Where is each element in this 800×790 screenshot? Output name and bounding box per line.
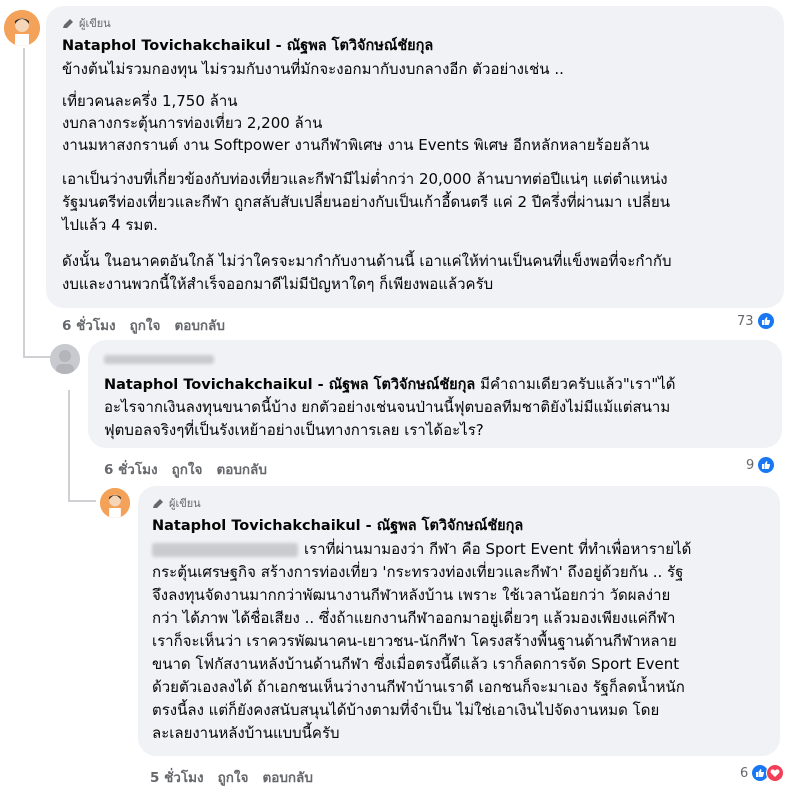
comment-text: งบและงานพวกนี้ให้สำเร็จออกมาดีไม่มีปัญหา… xyxy=(62,275,494,293)
comment-text: ไปแล้ว 4 รมต. xyxy=(62,216,158,234)
comment-text: เราที่ผ่านมามองว่า กีฬา คือ Sport Event … xyxy=(152,540,691,558)
comment-text: ขนาด โฟกัสงานหลังบ้านด้านกีฬา ซึ่งเมื่อต… xyxy=(152,655,680,673)
pencil-icon xyxy=(153,498,163,508)
heart-icon xyxy=(766,764,785,782)
comment-text: งบกลางกระตุ้นการท่องเที่ยว 2,200 ล้าน xyxy=(62,114,323,132)
person-avatar-icon xyxy=(100,488,130,518)
comment-text: เอาเป็นว่างบที่เกี่ยวข้องกับท่องเที่ยวแล… xyxy=(62,170,668,188)
person-avatar-icon xyxy=(50,344,80,374)
avatar[interactable] xyxy=(100,488,130,518)
comment-text: กระตุ้นเศรษฐกิจ สร้างการท่องเที่ยว 'กระท… xyxy=(152,563,684,581)
pencil-icon xyxy=(63,18,73,28)
comment-text: อะไรจากเงินลงทุนขนาดนี้บ้าง ยกตัวอย่างเช… xyxy=(104,398,671,416)
comment-text: เราก็จะเห็นว่า เราควรพัฒนาคน-เยาวชน-นักก… xyxy=(152,632,677,650)
thread-line-main-curve xyxy=(23,356,51,358)
comment-text: ด้วยตัวเองลงได้ ถ้าเอกชนเห็นว่างานกีฬาบ้… xyxy=(152,678,685,696)
thread-line-main xyxy=(23,48,25,358)
comment-text: รัฐมนตรีท่องเที่ยวและกีฬา ถูกสลับสับเปลี… xyxy=(62,193,671,211)
comment-actions: 6 ชั่วโมง ถูกใจ ตอบกลับ xyxy=(62,314,225,336)
like-button[interactable]: ถูกใจ xyxy=(172,458,203,480)
comment-text: เที่ยวคนละครึ่ง 1,750 ล้าน xyxy=(62,92,238,110)
comment-time[interactable]: 6 ชั่วโมง xyxy=(104,458,158,480)
redacted-name xyxy=(104,350,214,368)
comment-text: กว่า ได้ภาพ ได้ชื่อเสียง .. ซึ่งถ้าแยกงา… xyxy=(152,609,676,627)
reaction-count[interactable]: 6 xyxy=(740,764,785,782)
redacted-mention xyxy=(152,542,298,557)
reaction-count[interactable]: 9 xyxy=(746,456,776,474)
author-badge: ผู้เขียน xyxy=(62,14,111,32)
thumbs-up-icon xyxy=(757,456,776,474)
comment-text: ตรงนี้ลง แต่ก็ยังคงสนับสนุนได้บ้างตามที่… xyxy=(152,701,660,719)
person-avatar-icon xyxy=(4,10,40,46)
comment-text: งานมหาสงกรานต์ งาน Softpower งานกีฬาพิเศ… xyxy=(62,136,650,154)
avatar[interactable] xyxy=(4,10,40,46)
comment-text: ละเลยงานหลังบ้านแบบนี้ครับ xyxy=(152,724,340,742)
reply-button[interactable]: ตอบกลับ xyxy=(174,314,224,336)
reply-button[interactable]: ตอบกลับ xyxy=(216,458,266,480)
like-button[interactable]: ถูกใจ xyxy=(218,766,249,788)
reaction-count[interactable]: 73 xyxy=(737,312,775,330)
like-button[interactable]: ถูกใจ xyxy=(130,314,161,336)
thumbs-up-icon xyxy=(756,312,775,330)
comment-time[interactable]: 5 ชั่วโมง xyxy=(150,766,204,788)
thread-line-reply-curve xyxy=(68,500,96,502)
author-name[interactable]: Nataphol Tovichakchaikul - ณัฐพล โตวิจัก… xyxy=(152,514,523,537)
comment-actions: 6 ชั่วโมง ถูกใจ ตอบกลับ xyxy=(104,458,267,480)
mentioned-author-name[interactable]: Nataphol Tovichakchaikul - ณัฐพล โตวิจัก… xyxy=(104,377,475,393)
comment-text-first-line: มีคำถามเดียวครับแล้ว"เรา"ได้ xyxy=(480,375,676,393)
comment-text: จึงลงทุนจัดงานมากกว่าพัฒนางานกีฬาหลังบ้า… xyxy=(152,586,671,604)
comment-time[interactable]: 6 ชั่วโมง xyxy=(62,314,116,336)
comment-text: Nataphol Tovichakchaikul - ณัฐพล โตวิจัก… xyxy=(104,375,676,394)
comment-text: ดังนั้น ในอนาคตอันใกล้ ไม่ว่าใครจะมากำกั… xyxy=(62,252,672,270)
avatar[interactable] xyxy=(50,344,80,374)
author-badge: ผู้เขียน xyxy=(152,494,201,512)
reply-button[interactable]: ตอบกลับ xyxy=(262,766,312,788)
thread-line-reply xyxy=(68,390,70,502)
author-name[interactable]: Nataphol Tovichakchaikul - ณัฐพล โตวิจัก… xyxy=(62,34,433,57)
comment-text: ฟุตบอลจริงๆที่เป็นรังเหย้าอย่างเป็นทางกา… xyxy=(104,421,484,439)
comment-actions: 5 ชั่วโมง ถูกใจ ตอบกลับ xyxy=(150,766,313,788)
comment-text: ข้างต้นไม่รวมกองทุน ไม่รวมกับงานที่มักจะ… xyxy=(62,60,564,78)
